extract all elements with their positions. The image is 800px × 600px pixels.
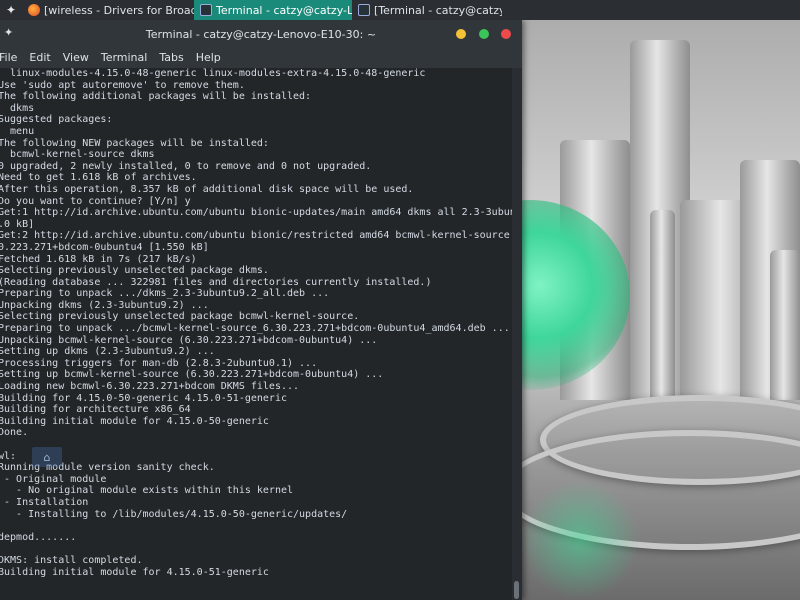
- terminal-line: Preparing to unpack .../bcmwl-kernel-sou…: [0, 323, 510, 335]
- wallpaper-glow: [520, 480, 640, 600]
- terminal-line: Running module version sanity check.: [0, 462, 215, 474]
- terminal-line: - Installation: [0, 496, 89, 508]
- terminal-line: Processing triggers for man-db (2.8.3-2u…: [0, 357, 318, 369]
- terminal-line: Suggested packages:: [0, 114, 113, 126]
- terminal-line: (Reading database ... 322981 files and d…: [0, 276, 432, 288]
- terminal-line: Get:2 http://id.archive.ubuntu.com/ubunt…: [0, 230, 510, 242]
- menu-file[interactable]: File: [0, 48, 23, 68]
- menu-help[interactable]: Help: [190, 48, 227, 68]
- terminal-line: Setting up dkms (2.3-3ubuntu9.2) ...: [0, 346, 215, 358]
- terminal-line: Unpacking dkms (2.3-3ubuntu9.2) ...: [0, 299, 209, 311]
- terminal-line: Building for architecture x86_64: [0, 404, 191, 416]
- terminal-line: After this operation, 8.357 kB of additi…: [0, 183, 414, 195]
- firefox-icon: [28, 4, 40, 16]
- menu-edit[interactable]: Edit: [23, 48, 56, 68]
- terminal-line: DKMS: install completed.: [0, 554, 143, 566]
- terminal-line: Loading new bcmwl-6.30.223.271+bdcom DKM…: [0, 381, 300, 393]
- terminal-icon: [358, 4, 370, 16]
- task-label: [Terminal - catzy@catzy-Len...: [374, 3, 502, 17]
- terminal-line: Preparing to unpack .../dkms_2.3-3ubuntu…: [0, 288, 330, 300]
- terminal-line: wl:: [0, 450, 17, 462]
- terminal-line: Fetched 1.618 kB in 7s (217 kB/s): [0, 253, 197, 265]
- terminal-line: .0 kB]: [0, 218, 35, 230]
- minimize-button[interactable]: [456, 29, 466, 39]
- terminal-line: Building initial module for 4.15.0-51-ge…: [0, 566, 269, 578]
- window-titlebar[interactable]: ✦ Terminal - catzy@catzy-Lenovo-E10-30: …: [0, 20, 522, 48]
- terminal-line: Building for 4.15.0-50-generic 4.15.0-51…: [0, 392, 287, 404]
- terminal-line: 0 upgraded, 2 newly installed, 0 to remo…: [0, 160, 372, 172]
- wallpaper-column: [770, 250, 800, 400]
- terminal-line: Use 'sudo apt autoremove' to remove them…: [0, 79, 245, 91]
- menu-bar: File Edit View Terminal Tabs Help: [0, 48, 522, 68]
- terminal-line: menu: [0, 125, 35, 137]
- taskbar: ✦ [wireless - Drivers for Broad... Termi…: [0, 0, 800, 20]
- task-terminal[interactable]: [Terminal - catzy@catzy-Len...: [352, 0, 502, 20]
- terminal-line: Setting up bcmwl-kernel-source (6.30.223…: [0, 369, 384, 381]
- terminal-line: dkms: [0, 102, 35, 114]
- menu-terminal[interactable]: Terminal: [95, 48, 154, 68]
- window-title: Terminal - catzy@catzy-Lenovo-E10-30: ~: [145, 27, 377, 41]
- scrollbar-thumb[interactable]: [514, 581, 519, 599]
- terminal-line: - No original module exists within this …: [0, 485, 294, 497]
- terminal-line: The following additional packages will b…: [0, 91, 312, 103]
- terminal-line: Selecting previously unselected package …: [0, 265, 269, 277]
- home-icon: ⌂: [32, 447, 62, 467]
- menu-tabs[interactable]: Tabs: [153, 48, 189, 68]
- task-label: [wireless - Drivers for Broad...: [44, 3, 194, 17]
- terminal-scrollbar[interactable]: [512, 68, 522, 600]
- terminal-line: The following NEW packages will be insta…: [0, 137, 269, 149]
- terminal-line: Need to get 1.618 kB of archives.: [0, 172, 197, 184]
- terminal-app-icon[interactable]: ✦: [4, 27, 16, 39]
- maximize-button[interactable]: [479, 29, 489, 39]
- kde-launcher-icon[interactable]: ✦: [0, 0, 22, 20]
- terminal-line: Done.: [0, 427, 29, 439]
- terminal-line: depmod.......: [0, 531, 77, 543]
- terminal-line: Do you want to continue? [Y/n] y: [0, 195, 191, 207]
- task-label: Terminal - catzy@catzy-Leno...: [216, 3, 352, 17]
- menu-view[interactable]: View: [57, 48, 95, 68]
- terminal-line: Get:1 http://id.archive.ubuntu.com/ubunt…: [0, 207, 512, 219]
- terminal-line: Building initial module for 4.15.0-50-ge…: [0, 415, 269, 427]
- terminal-output[interactable]: linux-modules-4.15.0-48-generic linux-mo…: [0, 68, 512, 600]
- task-terminal-active[interactable]: Terminal - catzy@catzy-Leno...: [194, 0, 352, 20]
- terminal-line: - Installing to /lib/modules/4.15.0-50-g…: [0, 508, 348, 520]
- terminal-line: Unpacking bcmwl-kernel-source (6.30.223.…: [0, 334, 378, 346]
- terminal-line: 0.223.271+bdcom-0ubuntu4 [1.550 kB]: [0, 241, 209, 253]
- task-firefox[interactable]: [wireless - Drivers for Broad...: [22, 0, 194, 20]
- terminal-line: Selecting previously unselected package …: [0, 311, 360, 323]
- terminal-line: - Original module: [0, 473, 107, 485]
- wallpaper-column: [650, 210, 675, 400]
- close-button[interactable]: [501, 29, 511, 39]
- terminal-line: linux-modules-4.15.0-48-generic linux-mo…: [0, 68, 426, 79]
- terminal-icon: [200, 4, 212, 16]
- terminal-window: ✦ Terminal - catzy@catzy-Lenovo-E10-30: …: [0, 20, 522, 600]
- terminal-line: bcmwl-kernel-source dkms: [0, 149, 155, 161]
